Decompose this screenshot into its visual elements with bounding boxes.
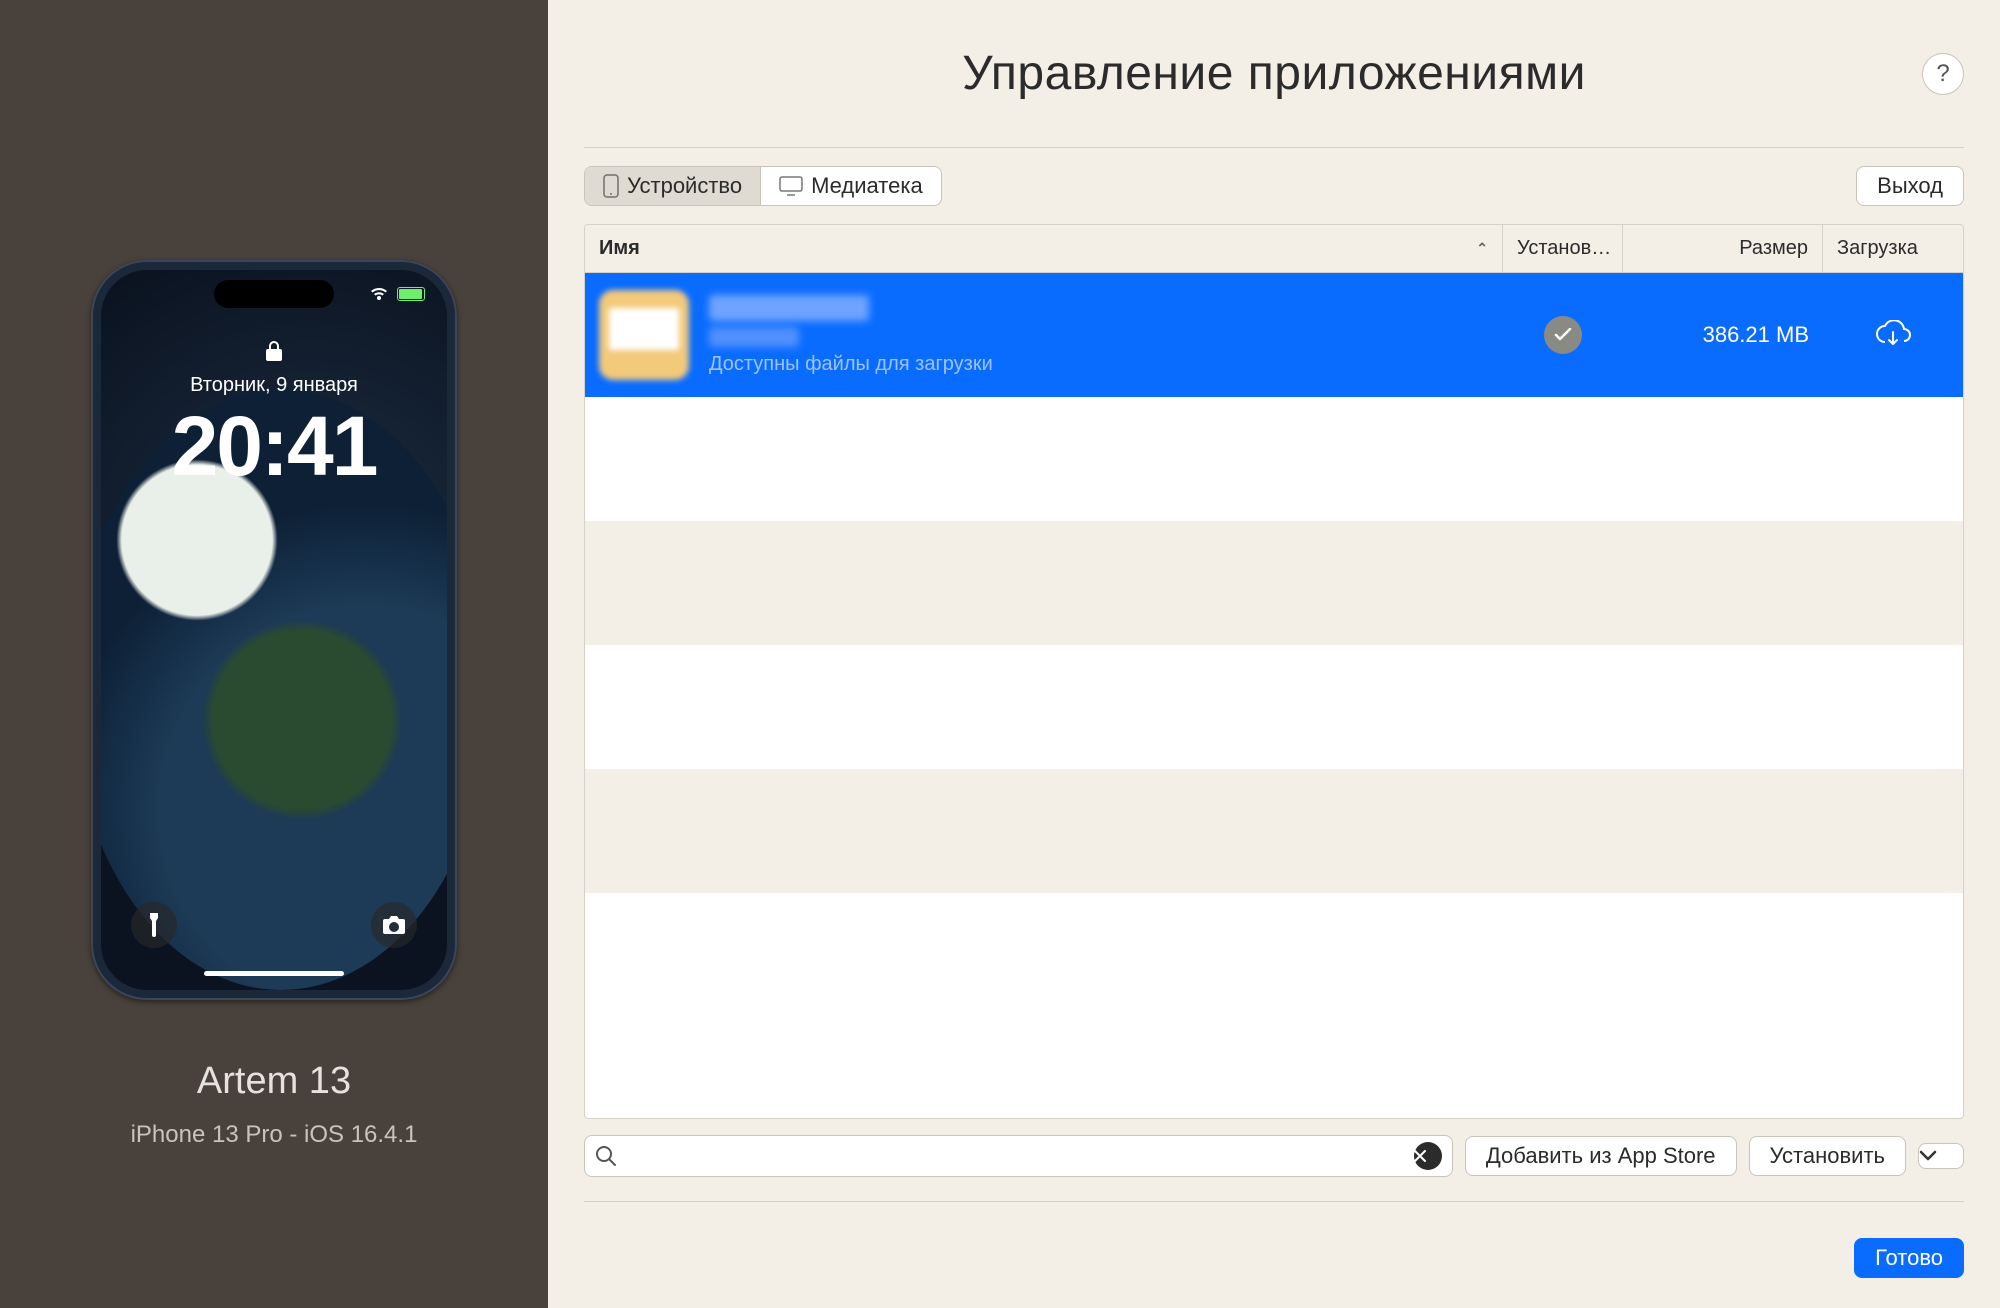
status-bar (369, 286, 425, 302)
col-name[interactable]: Имя ⌃ (585, 225, 1503, 272)
chevron-down-icon (1919, 1150, 1963, 1162)
camera-shortcut (371, 902, 417, 948)
wifi-icon (369, 286, 389, 302)
footer-row: Готово (584, 1201, 1964, 1278)
table-row-empty (585, 521, 1963, 645)
monitor-icon (779, 176, 803, 196)
cell-name: ████ ████ Доступны файлы для загрузки (585, 273, 1503, 397)
cell-size: 386.21 MB (1623, 273, 1823, 397)
tab-device-label: Устройство (627, 173, 742, 199)
lock-icon (101, 340, 447, 362)
table-row[interactable]: ████ ████ Доступны файлы для загрузки 38… (585, 273, 1963, 397)
bottom-action-row: Добавить из App Store Установить (584, 1119, 1964, 1177)
table-row-empty (585, 397, 1963, 521)
col-installed[interactable]: Установ… (1503, 225, 1623, 272)
app-name: ████ (709, 295, 869, 321)
flashlight-shortcut (131, 902, 177, 948)
lockscreen-time: 20:41 (101, 398, 447, 495)
install-menu-button[interactable] (1918, 1143, 1964, 1169)
apps-table: Имя ⌃ Установ… Размер Загрузка ████ ████ (584, 224, 1964, 1119)
sort-ascending-icon: ⌃ (1462, 240, 1488, 257)
table-header: Имя ⌃ Установ… Размер Загрузка (585, 225, 1963, 273)
col-download-label: Загрузка (1837, 237, 1918, 260)
device-subtitle: iPhone 13 Pro - iOS 16.4.1 (131, 1121, 418, 1149)
app-note: Доступны файлы для загрузки (709, 353, 993, 376)
add-from-appstore-button[interactable]: Добавить из App Store (1465, 1136, 1737, 1176)
device-screen: Вторник, 9 января 20:41 (101, 270, 447, 990)
app-version: ████ (709, 327, 799, 347)
search-box[interactable] (584, 1135, 1453, 1177)
cell-download (1823, 273, 1963, 397)
notch (214, 280, 334, 308)
cell-installed (1503, 273, 1623, 397)
done-button[interactable]: Готово (1854, 1238, 1964, 1278)
device-sidebar: Вторник, 9 января 20:41 Artem 13 iPhone … (0, 0, 548, 1308)
device-preview: Вторник, 9 января 20:41 (91, 260, 457, 1000)
cloud-download-icon[interactable] (1873, 320, 1913, 350)
lockscreen-date: Вторник, 9 января (101, 374, 447, 397)
install-button[interactable]: Установить (1749, 1136, 1906, 1176)
device-name: Artem 13 (197, 1060, 351, 1103)
battery-icon (397, 287, 425, 301)
page-title: Управление приложениями (962, 46, 1586, 101)
search-input[interactable] (627, 1145, 1404, 1168)
table-row-empty (585, 769, 1963, 893)
app-icon (599, 290, 689, 380)
toolbar: Устройство Медиатека Выход (584, 148, 1964, 224)
main-panel: Управление приложениями ? Устройство Мед… (548, 0, 2000, 1308)
tab-library[interactable]: Медиатека (760, 167, 941, 205)
installed-check-icon (1544, 316, 1582, 354)
help-button[interactable]: ? (1922, 53, 1964, 95)
tab-library-label: Медиатека (811, 173, 923, 199)
clear-search-button[interactable] (1414, 1142, 1442, 1170)
table-row-empty (585, 645, 1963, 769)
view-segmented-control: Устройство Медиатека (584, 166, 942, 206)
search-icon (595, 1145, 617, 1167)
tab-device[interactable]: Устройство (585, 167, 760, 205)
col-installed-label: Установ… (1517, 237, 1611, 260)
app-text: ████ ████ Доступны файлы для загрузки (709, 295, 993, 376)
col-size[interactable]: Размер (1623, 225, 1823, 272)
title-row: Управление приложениями ? (584, 0, 1964, 148)
table-body: ████ ████ Доступны файлы для загрузки 38… (585, 273, 1963, 1118)
col-size-label: Размер (1739, 237, 1808, 260)
col-name-label: Имя (599, 237, 640, 260)
home-indicator (204, 971, 344, 976)
logout-button[interactable]: Выход (1856, 166, 1964, 206)
col-download[interactable]: Загрузка (1823, 225, 1963, 272)
table-row-empty (585, 893, 1963, 1017)
phone-icon (603, 174, 619, 198)
